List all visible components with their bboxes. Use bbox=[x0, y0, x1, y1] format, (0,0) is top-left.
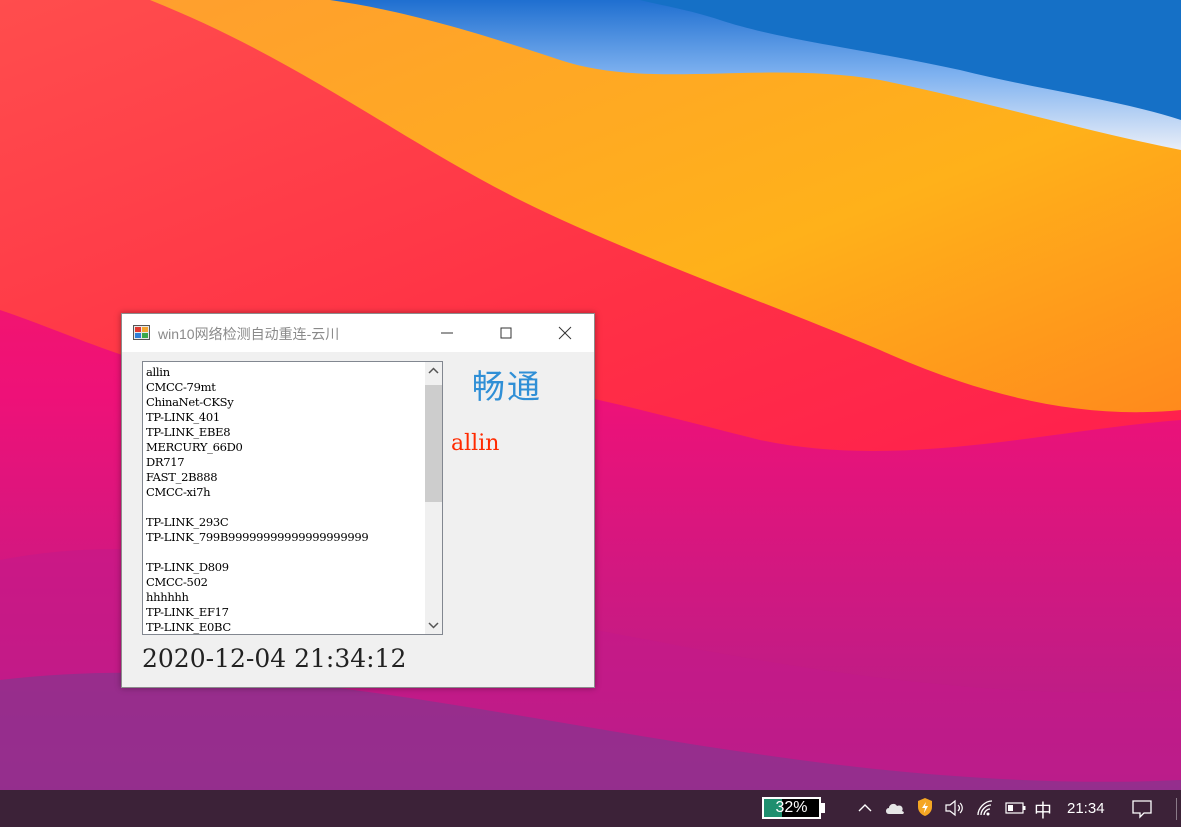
list-scrollbar[interactable] bbox=[425, 362, 442, 634]
notification-icon[interactable] bbox=[1131, 799, 1153, 819]
battery-nub bbox=[821, 803, 825, 813]
list-item[interactable]: CMCC-xi7h bbox=[146, 485, 368, 500]
chevron-up-icon[interactable] bbox=[857, 799, 873, 817]
close-icon bbox=[558, 326, 572, 340]
ssid-list[interactable]: allin CMCC-79mt ChinaNet-CKSy TP-LINK_401 TP… bbox=[146, 365, 369, 634]
datetime-label: 2020-12-04 21:34:12 bbox=[142, 644, 407, 673]
title-bar[interactable]: win10网络检测自动重连-云川 bbox=[122, 314, 594, 352]
battery-widget[interactable]: 32% bbox=[762, 797, 821, 819]
list-item[interactable] bbox=[146, 545, 368, 560]
list-item[interactable]: DR717 bbox=[146, 455, 368, 470]
app-icon bbox=[133, 325, 150, 340]
shield-icon[interactable] bbox=[916, 797, 934, 817]
chevron-up-icon bbox=[428, 367, 439, 374]
list-item[interactable]: FAST_2B888 bbox=[146, 470, 368, 485]
list-item[interactable]: TP-LINK_EBE8 bbox=[146, 425, 368, 440]
list-item[interactable]: hhhhhh bbox=[146, 590, 368, 605]
taskbar-clock[interactable]: 21:34 bbox=[1067, 800, 1105, 817]
list-item[interactable]: TP-LINK_799B99999999999999999999 bbox=[146, 530, 369, 545]
window-title: win10网络检测自动重连-云川 bbox=[158, 326, 340, 342]
battery-icon[interactable] bbox=[1005, 801, 1027, 815]
battery-percent-label: 32% bbox=[775, 799, 808, 816]
maximize-button[interactable] bbox=[477, 314, 535, 352]
close-button[interactable] bbox=[536, 314, 594, 352]
speaker-icon[interactable] bbox=[944, 799, 964, 817]
list-item[interactable]: TP-LINK_D809 bbox=[146, 560, 368, 575]
current-ssid-label: allin bbox=[451, 431, 500, 456]
list-item[interactable]: MERCURY_66D0 bbox=[146, 440, 368, 455]
scroll-thumb[interactable] bbox=[425, 385, 442, 502]
list-item[interactable]: TP-LINK_293C bbox=[146, 515, 368, 530]
taskbar: 32% 中 21:34 bbox=[0, 790, 1181, 827]
list-item[interactable]: CMCC-79mt bbox=[146, 380, 368, 395]
list-item[interactable]: TP-LINK_EF17 bbox=[146, 605, 368, 620]
scroll-up-button[interactable] bbox=[425, 362, 442, 379]
scroll-down-button[interactable] bbox=[425, 617, 442, 634]
network-status-label: 畅通 bbox=[472, 367, 542, 406]
list-item[interactable]: allin bbox=[146, 365, 368, 380]
ssid-listbox[interactable]: allin CMCC-79mt ChinaNet-CKSy TP-LINK_401 TP… bbox=[142, 361, 443, 635]
list-item[interactable] bbox=[146, 500, 368, 515]
chevron-down-icon bbox=[428, 622, 439, 629]
list-item[interactable]: TP-LINK_401 bbox=[146, 410, 368, 425]
cloud-icon[interactable] bbox=[884, 800, 906, 816]
wifi-icon[interactable] bbox=[976, 799, 996, 817]
maximize-icon bbox=[500, 327, 512, 339]
list-item[interactable]: TP-LINK_E0BC bbox=[146, 620, 368, 634]
minimize-icon bbox=[441, 332, 453, 334]
minimize-button[interactable] bbox=[418, 314, 476, 352]
list-item[interactable]: ChinaNet-CKSy bbox=[146, 395, 368, 410]
ime-indicator[interactable]: 中 bbox=[1034, 797, 1052, 823]
show-desktop-divider[interactable] bbox=[1176, 798, 1177, 820]
app-window: win10网络检测自动重连-云川 allin CMCC-79mt ChinaNet-… bbox=[121, 313, 595, 688]
list-item[interactable]: CMCC-502 bbox=[146, 575, 368, 590]
